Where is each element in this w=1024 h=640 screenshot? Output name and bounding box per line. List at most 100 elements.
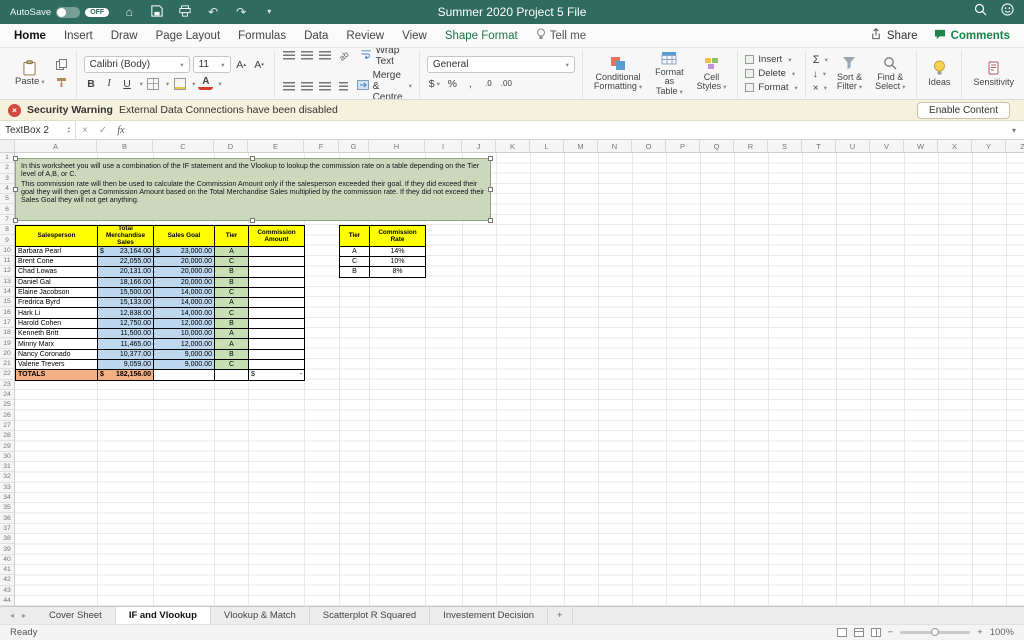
formula-bar-expand-icon[interactable]: ▾ <box>1004 126 1024 135</box>
row-number[interactable]: 25 <box>0 400 14 411</box>
zoom-in-icon[interactable]: + <box>977 627 983 638</box>
insert-cells-button[interactable]: Insert ▾ <box>745 54 797 65</box>
cell-tier[interactable]: A <box>215 246 249 257</box>
format-cells-button[interactable]: Format ▾ <box>745 82 798 93</box>
share-button[interactable]: Share <box>870 28 918 43</box>
row-number[interactable]: 43 <box>0 586 14 596</box>
column-header-R[interactable]: R <box>734 140 768 152</box>
row-number[interactable]: 36 <box>0 514 14 524</box>
cell-commission[interactable] <box>249 329 305 340</box>
find-select-button[interactable]: Find & Select ▾ <box>871 54 909 94</box>
row-number[interactable]: 7 <box>0 215 14 226</box>
column-header-B[interactable]: B <box>97 140 153 152</box>
row-number[interactable]: 3 <box>0 174 14 184</box>
select-all-corner[interactable] <box>0 140 15 152</box>
row-number[interactable]: 42 <box>0 575 14 586</box>
cell-goal[interactable]: 9,000.00 <box>154 359 215 371</box>
search-icon[interactable] <box>974 3 987 21</box>
cell-tier[interactable]: B <box>215 267 249 278</box>
column-header-K[interactable]: K <box>496 140 530 152</box>
totals-label[interactable]: TOTALS <box>16 370 98 381</box>
row-number[interactable]: 16 <box>0 308 14 318</box>
row-number[interactable]: 12 <box>0 266 14 277</box>
lookup-tier[interactable]: C <box>340 256 370 268</box>
row-number[interactable]: 38 <box>0 534 14 545</box>
cell-tier[interactable]: C <box>215 287 249 299</box>
format-painter-icon[interactable] <box>54 75 69 90</box>
row-number[interactable]: 22 <box>0 369 14 380</box>
cell-salesperson[interactable]: Fredrica Byrd <box>16 298 98 309</box>
selection-handle-sw[interactable] <box>13 218 18 223</box>
column-header-G[interactable]: G <box>339 140 369 152</box>
formula-input[interactable] <box>130 121 1004 139</box>
row-number[interactable]: 11 <box>0 256 14 267</box>
row-number[interactable]: 5 <box>0 194 14 205</box>
row-number[interactable]: 31 <box>0 462 14 473</box>
cell-salesperson[interactable]: Daniel Gal <box>16 277 98 288</box>
underline-button[interactable]: U <box>120 76 135 91</box>
italic-button[interactable]: I <box>102 76 117 91</box>
cell-sales[interactable]: 11,500.00 <box>98 329 154 340</box>
row-number[interactable]: 13 <box>0 277 14 287</box>
cell-commission[interactable] <box>249 267 305 278</box>
cell-sales[interactable]: 9,059.00 <box>98 359 154 371</box>
zoom-level[interactable]: 100% <box>990 627 1014 638</box>
zoom-slider[interactable] <box>900 628 971 636</box>
column-header-Y[interactable]: Y <box>972 140 1006 152</box>
row-number[interactable]: 34 <box>0 493 14 504</box>
sensitivity-button[interactable]: Sensitivity <box>969 59 1018 89</box>
cell-sales[interactable]: $23,164.00 <box>98 246 154 257</box>
row-number[interactable]: 8 <box>0 225 14 236</box>
cell-goal[interactable]: 20,000.00 <box>154 277 215 288</box>
redo-icon[interactable]: ↷ <box>233 5 249 19</box>
totals-sales[interactable]: $182,156.00 <box>98 370 154 381</box>
column-header-C[interactable]: C <box>153 140 214 152</box>
cell-commission[interactable] <box>249 339 305 350</box>
page-break-view-icon[interactable] <box>870 628 881 637</box>
zoom-slider-thumb[interactable] <box>931 628 940 636</box>
print-icon[interactable] <box>177 4 193 20</box>
row-number[interactable]: 35 <box>0 503 14 514</box>
paste-button[interactable]: Paste ▾ <box>11 58 49 89</box>
cell-salesperson[interactable]: Barbara Pearl <box>16 246 98 257</box>
tab-draw[interactable]: Draw <box>111 30 138 42</box>
cell-goal[interactable]: 20,000.00 <box>154 256 215 268</box>
row-number[interactable]: 19 <box>0 338 14 349</box>
sheet-tab-cover-sheet[interactable]: Cover Sheet <box>36 607 116 624</box>
cell-commission[interactable] <box>249 359 305 371</box>
column-header-X[interactable]: X <box>938 140 972 152</box>
add-sheet-button[interactable]: + <box>548 607 573 624</box>
cell-goal[interactable]: 14,000.00 <box>154 287 215 299</box>
home-icon[interactable]: ⌂ <box>121 5 137 19</box>
column-header-M[interactable]: M <box>564 140 598 152</box>
font-color-icon[interactable]: A <box>198 77 214 90</box>
normal-view-icon[interactable] <box>836 628 847 637</box>
increase-decimal-icon[interactable]: .0 <box>481 76 496 91</box>
comments-button[interactable]: Comments <box>934 29 1010 43</box>
cell-tier[interactable]: B <box>215 318 249 330</box>
row-number[interactable]: 10 <box>0 246 14 256</box>
row-number[interactable]: 26 <box>0 411 14 421</box>
column-header-H[interactable]: H <box>369 140 425 152</box>
cell-sales[interactable]: 20,131.00 <box>98 267 154 278</box>
column-header-N[interactable]: N <box>598 140 632 152</box>
fill-color-icon[interactable] <box>172 76 187 91</box>
column-header-I[interactable]: I <box>425 140 462 152</box>
autosave-toggle[interactable]: AutoSave OFF <box>10 6 110 18</box>
cell-sales[interactable]: 18,166.00 <box>98 277 154 288</box>
prev-sheet-icon[interactable]: ◂ <box>10 611 14 620</box>
column-header-Z[interactable]: Z <box>1006 140 1024 152</box>
cell-commission[interactable] <box>249 256 305 268</box>
column-header-U[interactable]: U <box>836 140 870 152</box>
cell-commission[interactable] <box>249 287 305 299</box>
lookup-rate[interactable]: 10% <box>370 256 426 268</box>
column-header-W[interactable]: W <box>904 140 938 152</box>
percent-format-icon[interactable]: % <box>445 76 460 91</box>
row-number[interactable]: 39 <box>0 544 14 555</box>
tell-me-button[interactable]: Tell me <box>536 28 586 43</box>
smiley-icon[interactable] <box>1001 3 1014 21</box>
cell-salesperson[interactable]: Brent Cone <box>16 256 98 268</box>
cell-sales[interactable]: 15,500.00 <box>98 287 154 299</box>
cell-sales[interactable]: 15,133.00 <box>98 298 154 309</box>
row-number[interactable]: 30 <box>0 452 14 462</box>
